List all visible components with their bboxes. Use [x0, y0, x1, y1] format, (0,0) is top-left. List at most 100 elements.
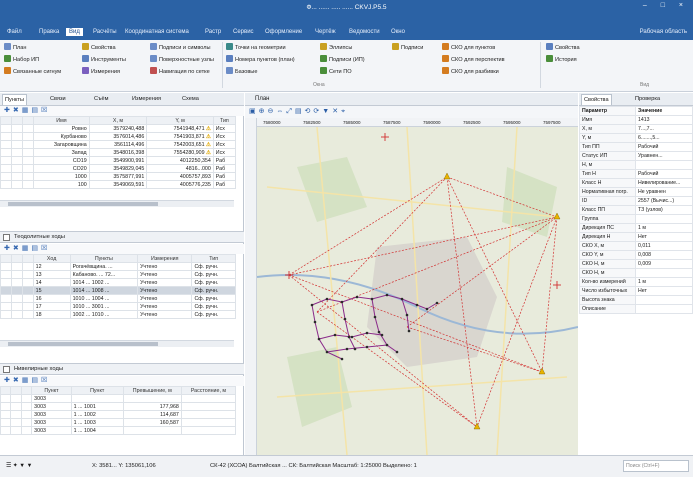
ribbon-networks-button[interactable]: Сети ПО	[320, 67, 352, 77]
ribbon-measure-button[interactable]: Измерения	[82, 67, 120, 77]
column-header[interactable]: Ход	[32, 254, 71, 263]
table-row[interactable]: 3003	[0, 394, 237, 403]
property-row[interactable]: Дирекция Н Нет	[579, 232, 693, 242]
section-checkbox[interactable]	[3, 234, 10, 241]
section-header-levels[interactable]: Нивелирные ходы	[0, 363, 244, 375]
property-row[interactable]: Класс Н Нивелирование...	[579, 178, 693, 188]
column-header[interactable]: Y, м	[146, 116, 214, 125]
tab-measures[interactable]: Измерения	[130, 94, 163, 105]
property-row[interactable]: X, м 7...,7...	[579, 124, 693, 134]
column-header[interactable]: Тип	[191, 254, 236, 263]
column-header[interactable]: Превышение, м	[122, 386, 182, 395]
ribbon-labels-button[interactable]: Подписи и символы	[150, 43, 211, 53]
menu-statements[interactable]: Ведомости	[346, 28, 383, 36]
ribbon-plan-button[interactable]: План	[4, 43, 27, 53]
menu-file[interactable]: Файл	[4, 28, 25, 36]
menu-calc[interactable]: Расчёты	[90, 28, 120, 36]
column-header[interactable]: X, м	[88, 116, 148, 125]
tab-properties[interactable]: Свойства	[581, 94, 612, 105]
column-header[interactable]	[0, 116, 13, 125]
ribbon-rms-layout-button[interactable]: СКО для разбивки	[442, 67, 499, 77]
column-header[interactable]: Расстояние, м	[180, 386, 237, 395]
property-row[interactable]: СКО Н, м 0,009	[579, 259, 693, 269]
map-tab[interactable]: План	[245, 93, 578, 106]
table-row[interactable]: СО20 3549829,045 4816...000 Раб	[0, 164, 237, 173]
table-row[interactable]: 15 1014 ... 1008 ... Учтено Сф. ручн.	[0, 286, 236, 295]
menu-edit[interactable]: Правка	[36, 28, 62, 36]
table-row[interactable]: 18 1002 ... 1010 ... Учтено Сф. ручн.	[0, 310, 236, 319]
property-row[interactable]: СКО Y, м 0,008	[579, 250, 693, 260]
workspace-selector[interactable]: Рабочая область	[640, 29, 687, 35]
status-tool-icons[interactable]: ☰ ✦ ▼ ▼	[6, 463, 32, 469]
property-row[interactable]: Параметр Значение	[579, 106, 693, 116]
column-header[interactable]: Пункт	[70, 386, 124, 395]
menu-design[interactable]: Оформление	[262, 28, 305, 36]
ribbon-point-numbers-button[interactable]: Номера пунктов (план)	[226, 55, 295, 65]
table-row[interactable]: 17 1010 ... 3001 ... Учтено Сф. ручн.	[0, 302, 236, 311]
tab-check[interactable]: Проверка	[633, 94, 662, 105]
property-row[interactable]: Тип Н Рабочий	[579, 169, 693, 179]
horizontal-scrollbar[interactable]	[0, 200, 234, 207]
property-row[interactable]: Имя 1413	[579, 115, 693, 125]
column-header[interactable]: Пункт	[31, 386, 72, 395]
menu-raster[interactable]: Растр	[202, 28, 224, 36]
ribbon-grid-nav-button[interactable]: Навигация по сетке	[150, 67, 210, 77]
table-row[interactable]: 14 1014 ... 1002 ... Учтено Сф. ручн.	[0, 278, 236, 287]
menu-coordsys[interactable]: Координатная система	[122, 28, 192, 36]
levels-toolbar[interactable]: ✚✖▦▤☒	[0, 376, 244, 386]
tab-links[interactable]: Связи	[48, 94, 68, 105]
table-row[interactable]: 16 1010 ... 1004 ... Учтено Сф. ручн.	[0, 294, 236, 303]
property-row[interactable]: Статус ИП Уравнен...	[579, 151, 693, 161]
scroll-thumb[interactable]	[8, 202, 158, 206]
property-row[interactable]: Описание	[579, 304, 693, 314]
property-row[interactable]: Группа	[579, 214, 693, 224]
ribbon-rms-points-button[interactable]: СКО для пунктов	[442, 43, 495, 53]
section-header-lines[interactable]: Теодолитные ходы	[0, 231, 244, 243]
ribbon-points-button[interactable]: Набор ИП	[4, 55, 39, 65]
column-header[interactable]: Имя	[33, 116, 90, 125]
property-row[interactable]: Кол-во измерений 1 м	[579, 277, 693, 287]
ribbon-history-button[interactable]: История	[546, 55, 577, 65]
ribbon-ellipses-button[interactable]: Эллипсы	[320, 43, 352, 53]
map-svg[interactable]	[257, 127, 578, 455]
table-row[interactable]: Запад 3548016,398 7554280,909 ⚠ Исх	[0, 148, 237, 157]
ribbon-point-labels-button[interactable]: Подписи (ИП)	[320, 55, 365, 65]
table-row[interactable]: 13 Кабаново. ... 72... Учтено Сф. ручн.	[0, 270, 236, 279]
scroll-thumb[interactable]	[8, 342, 158, 346]
table-row[interactable]: Курбаново 3576014,486 7541903,871 ⚠ Исх	[0, 132, 237, 141]
map-canvas[interactable]	[257, 127, 578, 455]
table-row[interactable]: Ровно 3579240,488 7541948,471 ⚠ Исх	[0, 124, 237, 133]
property-row[interactable]: Тип ПП Рабочий	[579, 142, 693, 152]
property-row[interactable]: Нормативная погр. Не уравнен	[579, 187, 693, 197]
table-row[interactable]: 3003 1 ... 1003 160,587	[0, 418, 237, 427]
property-row[interactable]: Y, м 6.......,5...	[579, 133, 693, 143]
column-header[interactable]: Тип	[212, 116, 237, 125]
horizontal-scrollbar[interactable]	[0, 340, 234, 347]
column-header[interactable]	[10, 254, 23, 263]
column-header[interactable]: Пункты	[69, 254, 139, 263]
property-row[interactable]: Н, м	[579, 160, 693, 170]
table-row[interactable]: 1000 3575877,991 4005757,893 Раб	[0, 172, 237, 181]
ribbon-rms-persp-button[interactable]: СКО для перспектив	[442, 55, 505, 65]
table-row[interactable]: 12 Рогачёвщина. ... Учтено Сф. ручн.	[0, 262, 236, 271]
column-header[interactable]	[21, 254, 34, 263]
tab-shots[interactable]: Съём	[92, 94, 111, 105]
table-row[interactable]: 3003 1 ... 1002 114,687	[0, 410, 237, 419]
property-row[interactable]: Класс ПП ТЗ (узлов)	[579, 205, 693, 215]
ribbon-tools-button[interactable]: Инструменты	[82, 55, 126, 65]
property-row[interactable]: ID 2557 (Вычис...)	[579, 196, 693, 206]
section-checkbox[interactable]	[3, 366, 10, 373]
table-row[interactable]: Загаровщина 3561114,496 7542003,651 ⚠ Исх	[0, 140, 237, 149]
table-row[interactable]: 3003 1 ... 1004	[0, 426, 237, 435]
ribbon-links-button[interactable]: Связанные сигнум	[4, 67, 61, 77]
column-header[interactable]	[20, 386, 33, 395]
column-header[interactable]	[0, 386, 12, 395]
column-header[interactable]	[10, 386, 22, 395]
ribbon-surface-button[interactable]: Поверхностные узлы	[150, 55, 214, 65]
column-header[interactable]	[11, 116, 24, 125]
ribbon-captions-button[interactable]: Подписи	[392, 43, 423, 53]
window-controls[interactable]: – □ ×	[643, 2, 689, 9]
menu-window[interactable]: Окно	[388, 28, 408, 36]
ribbon-base-button[interactable]: Базовые	[226, 67, 257, 77]
table-row[interactable]: 100 3549069,591 4005776,235 Раб	[0, 180, 237, 189]
